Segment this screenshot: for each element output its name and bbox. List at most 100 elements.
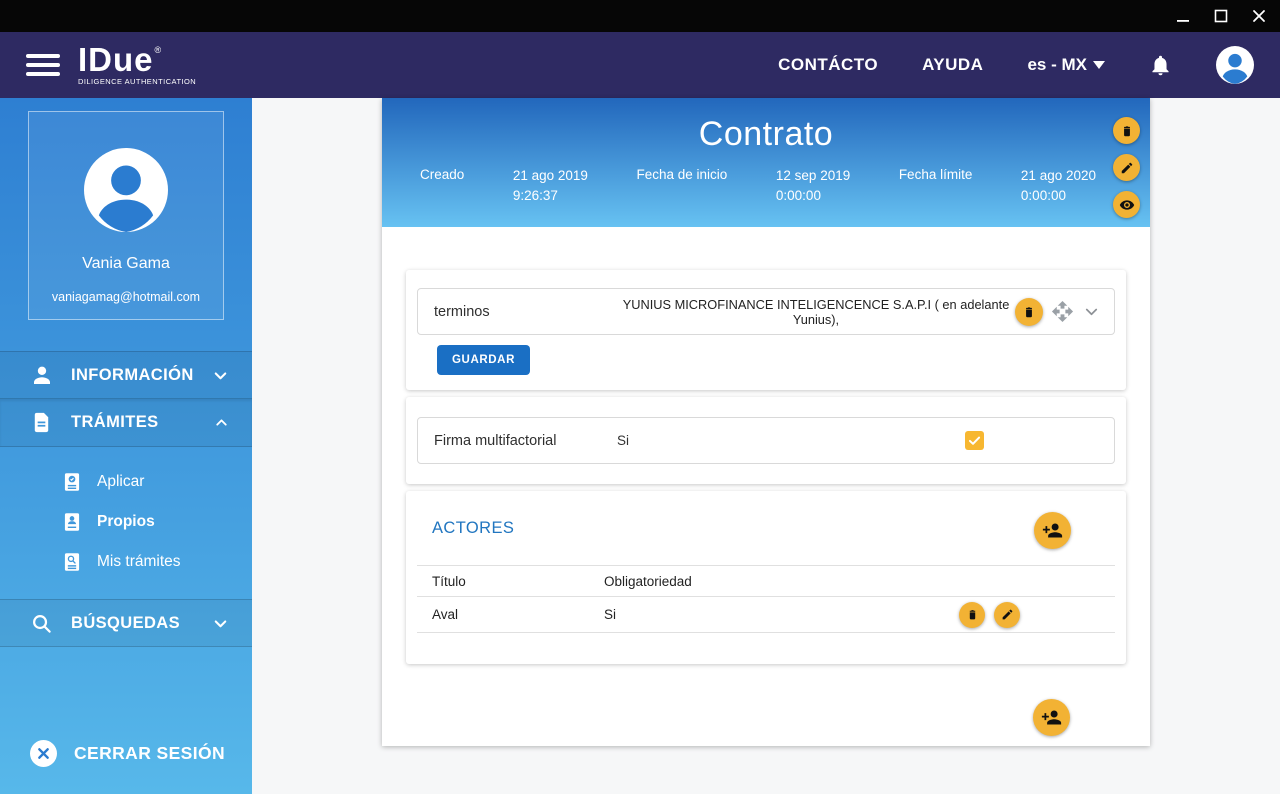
edit-contract-button[interactable] xyxy=(1113,154,1140,181)
language-value: es - MX xyxy=(1027,55,1087,75)
sidebar-item-informacion[interactable]: INFORMACIÓN xyxy=(0,351,252,399)
badge-person-icon xyxy=(62,511,82,533)
trash-icon xyxy=(1120,124,1134,138)
profile-card: Vania Gama vaniagamag@hotmail.com xyxy=(28,111,224,320)
main-area: Contrato Creado 21 ago 20199:26:37 Fecha… xyxy=(252,98,1280,794)
language-selector[interactable]: es - MX xyxy=(1027,55,1105,75)
menu-icon[interactable] xyxy=(26,49,60,81)
logout-button[interactable]: CERRAR SESIÓN xyxy=(30,740,225,767)
badge-search-icon xyxy=(62,551,82,573)
meta-value-fecha-inicio: 12 sep 20190:00:00 xyxy=(776,166,850,207)
multifactor-card: Firma multifactorial Si xyxy=(406,397,1126,484)
page-title: Contrato xyxy=(382,98,1150,154)
multifactor-value: Si xyxy=(617,433,629,448)
eye-icon xyxy=(1119,197,1135,213)
chevron-up-icon xyxy=(213,414,230,431)
add-actor-button[interactable] xyxy=(1034,512,1071,549)
tramites-submenu: Aplicar Propios Mis trámites xyxy=(0,447,252,599)
meta-label-fecha-inicio: Fecha de inicio xyxy=(637,166,728,207)
pencil-icon xyxy=(1120,161,1134,175)
move-icon[interactable] xyxy=(1051,300,1074,323)
person-icon xyxy=(30,363,54,387)
column-header-titulo: Título xyxy=(417,574,604,589)
nav-link-contacto[interactable]: CONTÁCTO xyxy=(778,55,878,75)
sidebar-item-mis-tramites[interactable]: Mis trámites xyxy=(0,542,252,582)
actors-table: Título Obligatoriedad Aval Si xyxy=(417,565,1115,633)
multifactor-row: Firma multifactorial Si xyxy=(417,417,1115,464)
navbar: IDue ® DILIGENCE AUTHENTICATION CONTÁCTO… xyxy=(0,32,1280,98)
person-add-icon xyxy=(1042,520,1063,541)
close-icon[interactable] xyxy=(1252,9,1266,23)
meta-label-fecha-limite: Fecha límite xyxy=(899,166,973,207)
close-circle-icon xyxy=(30,740,57,767)
maximize-icon[interactable] xyxy=(1214,9,1228,23)
actor-title-cell: Aval xyxy=(417,607,604,622)
column-header-obligatoriedad: Obligatoriedad xyxy=(604,574,692,589)
view-contract-button[interactable] xyxy=(1113,191,1140,218)
check-icon xyxy=(967,433,982,448)
user-avatar[interactable] xyxy=(1216,46,1254,84)
profile-avatar xyxy=(84,148,168,232)
logo-subtitle: DILIGENCE AUTHENTICATION xyxy=(78,77,196,86)
sidebar-menu: INFORMACIÓN TRÁMITES xyxy=(0,351,252,647)
contract-panel: Contrato Creado 21 ago 20199:26:37 Fecha… xyxy=(382,98,1150,746)
sidebar-item-tramites[interactable]: TRÁMITES xyxy=(0,399,252,447)
logo-title: IDue xyxy=(78,44,154,75)
actors-card: ACTORES Título Obligatoriedad Aval Si xyxy=(406,491,1126,664)
logout-label: CERRAR SESIÓN xyxy=(74,743,225,764)
pencil-icon xyxy=(1001,608,1014,621)
submenu-item-label: Propios xyxy=(97,513,155,531)
os-titlebar xyxy=(0,0,1280,32)
search-icon xyxy=(30,612,54,635)
delete-contract-button[interactable] xyxy=(1113,117,1140,144)
logo-registered-mark: ® xyxy=(155,45,162,55)
sidebar-item-label: TRÁMITES xyxy=(71,413,159,432)
chevron-down-icon xyxy=(211,366,230,385)
contract-actions xyxy=(1113,117,1140,218)
minimize-icon[interactable] xyxy=(1176,9,1190,23)
terms-card: terminos YUNIUS MICROFINANCE INTELIGENCE… xyxy=(406,270,1126,390)
submenu-item-label: Aplicar xyxy=(97,473,144,491)
multifactor-checkbox[interactable] xyxy=(965,431,984,450)
save-button[interactable]: GUARDAR xyxy=(437,345,530,375)
edit-actor-button[interactable] xyxy=(994,602,1020,628)
sidebar-item-label: BÚSQUEDAS xyxy=(71,614,180,633)
add-section-button[interactable] xyxy=(1033,699,1070,736)
trash-icon xyxy=(1022,305,1036,319)
trash-icon xyxy=(966,608,979,621)
terms-field-row: terminos YUNIUS MICROFINANCE INTELIGENCE… xyxy=(417,288,1115,335)
app-logo[interactable]: IDue ® DILIGENCE AUTHENTICATION xyxy=(78,44,196,85)
sidebar-item-aplicar[interactable]: Aplicar xyxy=(0,462,252,502)
table-row: Aval Si xyxy=(417,597,1115,633)
sidebar-item-busquedas[interactable]: BÚSQUEDAS xyxy=(0,599,252,647)
meta-value-fecha-limite: 21 ago 20200:00:00 xyxy=(1021,166,1096,207)
bell-icon[interactable] xyxy=(1149,54,1172,77)
chevron-down-icon[interactable] xyxy=(1082,302,1101,321)
sidebar-item-label: INFORMACIÓN xyxy=(71,366,194,385)
contract-body: terminos YUNIUS MICROFINANCE INTELIGENCE… xyxy=(382,227,1150,736)
document-icon xyxy=(30,411,54,434)
submenu-item-label: Mis trámites xyxy=(97,553,181,571)
actor-required-cell: Si xyxy=(604,607,616,622)
chevron-down-icon xyxy=(211,614,230,633)
profile-email: vaniagamag@hotmail.com xyxy=(52,290,200,304)
nav-link-ayuda[interactable]: AYUDA xyxy=(922,55,983,75)
delete-term-button[interactable] xyxy=(1015,298,1043,326)
multifactor-label: Firma multifactorial xyxy=(434,433,617,449)
person-add-icon xyxy=(1041,707,1062,728)
terms-field-label: terminos xyxy=(434,304,617,320)
meta-value-creado: 21 ago 20199:26:37 xyxy=(513,166,588,207)
sidebar-item-propios[interactable]: Propios xyxy=(0,502,252,542)
terms-field-value: YUNIUS MICROFINANCE INTELIGENCENCE S.A.P… xyxy=(617,297,1015,327)
delete-actor-button[interactable] xyxy=(959,602,985,628)
contract-meta: Creado 21 ago 20199:26:37 Fecha de inici… xyxy=(382,154,1150,207)
actors-table-header: Título Obligatoriedad xyxy=(417,566,1115,597)
contract-header: Contrato Creado 21 ago 20199:26:37 Fecha… xyxy=(382,98,1150,227)
badge-check-icon xyxy=(62,471,82,493)
profile-name: Vania Gama xyxy=(82,255,170,273)
meta-label-creado: Creado xyxy=(420,166,464,207)
floating-add-wrap xyxy=(406,671,1126,736)
actors-section-title: ACTORES xyxy=(432,519,1115,538)
caret-down-icon xyxy=(1093,61,1105,69)
sidebar: Vania Gama vaniagamag@hotmail.com INFORM… xyxy=(0,98,252,794)
